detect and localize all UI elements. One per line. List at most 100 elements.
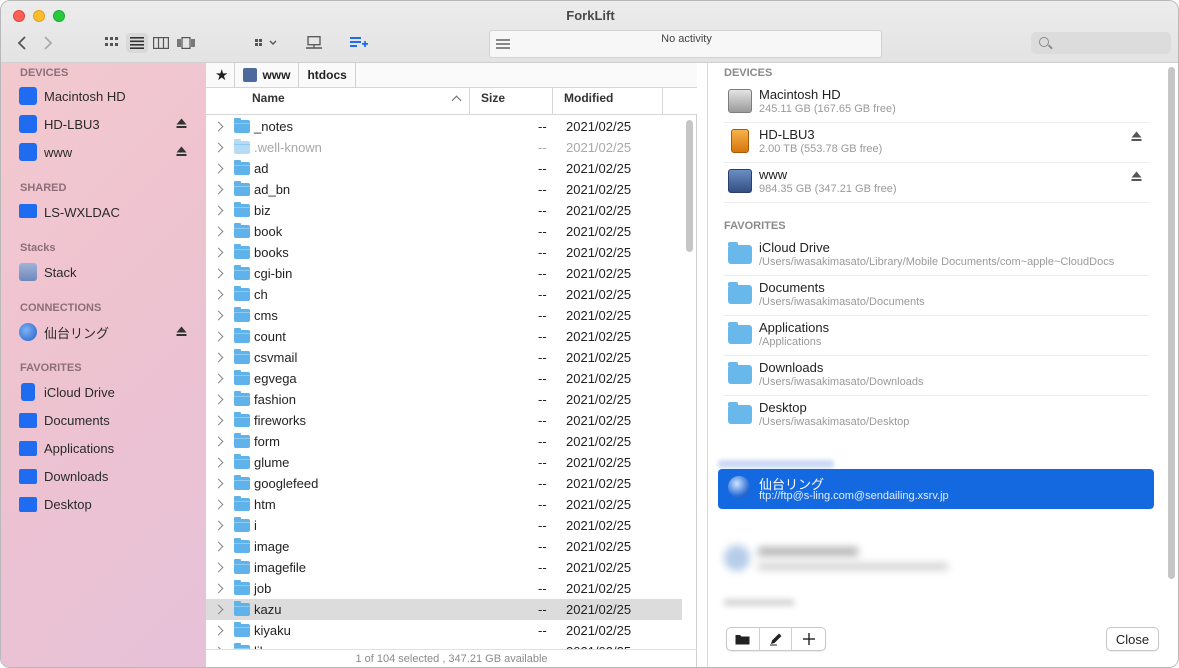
table-row[interactable]: .well-known -- 2021/02/25 <box>206 137 682 158</box>
table-row[interactable]: i -- 2021/02/25 <box>206 515 682 536</box>
table-row[interactable]: cgi-bin -- 2021/02/25 <box>206 263 682 284</box>
panel-device-www[interactable]: www 984.35 GB (347.21 GB free) <box>724 163 1149 203</box>
table-row[interactable]: kiyaku -- 2021/02/25 <box>206 620 682 641</box>
vertical-scrollbar[interactable] <box>685 116 694 649</box>
column-divider[interactable] <box>662 88 663 115</box>
table-row[interactable]: cms -- 2021/02/25 <box>206 305 682 326</box>
disclosure-chevron-icon[interactable] <box>213 121 224 132</box>
panel-device-hd-lbu3[interactable]: HD-LBU3 2.00 TB (553.78 GB free) <box>724 123 1149 163</box>
table-row[interactable]: ch -- 2021/02/25 <box>206 284 682 305</box>
disclosure-chevron-icon[interactable] <box>213 394 224 405</box>
sidebar-item-www[interactable]: www <box>19 140 191 164</box>
disclosure-chevron-icon[interactable] <box>213 310 224 321</box>
disclosure-chevron-icon[interactable] <box>213 373 224 384</box>
table-row[interactable]: htm -- 2021/02/25 <box>206 494 682 515</box>
disclosure-chevron-icon[interactable] <box>213 352 224 363</box>
sidebar-item-icloud-drive[interactable]: iCloud Drive <box>19 380 191 404</box>
breadcrumb-item-www[interactable]: www <box>235 62 300 88</box>
disclosure-chevron-icon[interactable] <box>213 205 224 216</box>
forward-button[interactable] <box>39 33 57 53</box>
add-button[interactable] <box>792 628 825 650</box>
disclosure-chevron-icon[interactable] <box>213 583 224 594</box>
column-divider[interactable] <box>469 88 470 115</box>
table-row[interactable]: form -- 2021/02/25 <box>206 431 682 452</box>
panel-connection-sendai-ring[interactable]: 仙台リング ftp://ftp@s-ling.com@sendailing.xs… <box>718 469 1154 509</box>
sidebar-item-sendai-ring[interactable]: 仙台リング <box>19 320 191 344</box>
column-header-modified[interactable]: Modified <box>564 88 659 115</box>
table-row[interactable]: imagefile -- 2021/02/25 <box>206 557 682 578</box>
table-row[interactable]: googlefeed -- 2021/02/25 <box>206 473 682 494</box>
table-row[interactable]: egvega -- 2021/02/25 <box>206 368 682 389</box>
panel-favorite-applications[interactable]: Applications /Applications <box>724 316 1149 356</box>
sidebar-item-documents[interactable]: Documents <box>19 408 191 432</box>
table-row[interactable]: books -- 2021/02/25 <box>206 242 682 263</box>
add-to-favorites-button[interactable] <box>348 33 370 53</box>
disclosure-chevron-icon[interactable] <box>213 436 224 447</box>
table-row[interactable]: count -- 2021/02/25 <box>206 326 682 347</box>
sidebar-item-desktop[interactable]: Desktop <box>19 492 191 516</box>
panel-favorite-downloads[interactable]: Downloads /Users/iwasakimasato/Downloads <box>724 356 1149 396</box>
table-row[interactable]: biz -- 2021/02/25 <box>206 200 682 221</box>
sidebar-item-macintosh-hd[interactable]: Macintosh HD <box>19 84 191 108</box>
favorites-star-icon[interactable]: ★ <box>206 62 236 88</box>
connect-server-button[interactable] <box>303 33 325 53</box>
icon-view-button[interactable] <box>103 33 121 53</box>
table-row[interactable]: fashion -- 2021/02/25 <box>206 389 682 410</box>
table-row[interactable]: _notes -- 2021/02/25 <box>206 116 682 137</box>
table-row[interactable]: lib--2021/02/25 <box>206 641 682 649</box>
close-button[interactable]: Close <box>1106 627 1159 651</box>
disclosure-chevron-icon[interactable] <box>213 226 224 237</box>
breadcrumb-item-htdocs[interactable]: htdocs <box>299 62 356 88</box>
panel-favorite-desktop[interactable]: Desktop /Users/iwasakimasato/Desktop <box>724 396 1149 436</box>
column-header-name[interactable]: Name <box>252 88 467 115</box>
column-divider[interactable] <box>552 88 553 115</box>
table-row[interactable]: image -- 2021/02/25 <box>206 536 682 557</box>
scrollbar-thumb[interactable] <box>1168 67 1175 579</box>
disclosure-chevron-icon[interactable] <box>213 415 224 426</box>
sidebar-item-hd-lbu3[interactable]: HD-LBU3 <box>19 112 191 136</box>
disclosure-chevron-icon[interactable] <box>213 289 224 300</box>
table-row[interactable]: ad -- 2021/02/25 <box>206 158 682 179</box>
table-row[interactable]: job -- 2021/02/25 <box>206 578 682 599</box>
disclosure-chevron-icon[interactable] <box>213 604 224 615</box>
disclosure-chevron-icon[interactable] <box>213 499 224 510</box>
disclosure-chevron-icon[interactable] <box>213 457 224 468</box>
disclosure-chevron-icon[interactable] <box>213 184 224 195</box>
disclosure-chevron-icon[interactable] <box>213 142 224 153</box>
table-row[interactable]: fireworks -- 2021/02/25 <box>206 410 682 431</box>
disclosure-chevron-icon[interactable] <box>213 247 224 258</box>
disclosure-chevron-icon[interactable] <box>213 520 224 531</box>
list-view-button[interactable] <box>126 33 148 53</box>
scrollbar-thumb[interactable] <box>686 120 693 252</box>
panel-device-macintosh-hd[interactable]: Macintosh HD 245.11 GB (167.65 GB free) <box>724 83 1149 123</box>
table-row[interactable]: ad_bn -- 2021/02/25 <box>206 179 682 200</box>
eject-icon[interactable] <box>1131 131 1142 142</box>
new-folder-button[interactable] <box>727 628 760 650</box>
panel-favorite-documents[interactable]: Documents /Users/iwasakimasato/Documents <box>724 276 1149 316</box>
table-row[interactable]: csvmail -- 2021/02/25 <box>206 347 682 368</box>
table-row[interactable]: glume -- 2021/02/25 <box>206 452 682 473</box>
eject-icon[interactable] <box>176 326 187 337</box>
disclosure-chevron-icon[interactable] <box>213 268 224 279</box>
sidebar-item-applications[interactable]: Applications <box>19 436 191 460</box>
eject-icon[interactable] <box>176 146 187 157</box>
search-field[interactable] <box>1031 32 1171 54</box>
edit-button[interactable] <box>760 628 793 650</box>
sidebar-item-stack[interactable]: Stack <box>19 260 191 284</box>
disclosure-chevron-icon[interactable] <box>213 163 224 174</box>
column-header-size[interactable]: Size <box>481 88 551 115</box>
eject-icon[interactable] <box>1131 171 1142 182</box>
activity-panel[interactable]: No activity <box>489 30 882 58</box>
disclosure-chevron-icon[interactable] <box>213 331 224 342</box>
eject-icon[interactable] <box>176 118 187 129</box>
vertical-scrollbar[interactable] <box>1167 67 1176 579</box>
disclosure-chevron-icon[interactable] <box>213 478 224 489</box>
table-row[interactable]: book -- 2021/02/25 <box>206 221 682 242</box>
sidebar-item-downloads[interactable]: Downloads <box>19 464 191 488</box>
arrange-dropdown[interactable] <box>253 33 281 53</box>
table-row[interactable]: kazu -- 2021/02/25 <box>206 599 682 620</box>
disclosure-chevron-icon[interactable] <box>213 625 224 636</box>
disclosure-chevron-icon[interactable] <box>213 541 224 552</box>
panel-favorite-icloud-drive[interactable]: iCloud Drive /Users/iwasakimasato/Librar… <box>724 236 1149 276</box>
back-button[interactable] <box>13 33 31 53</box>
